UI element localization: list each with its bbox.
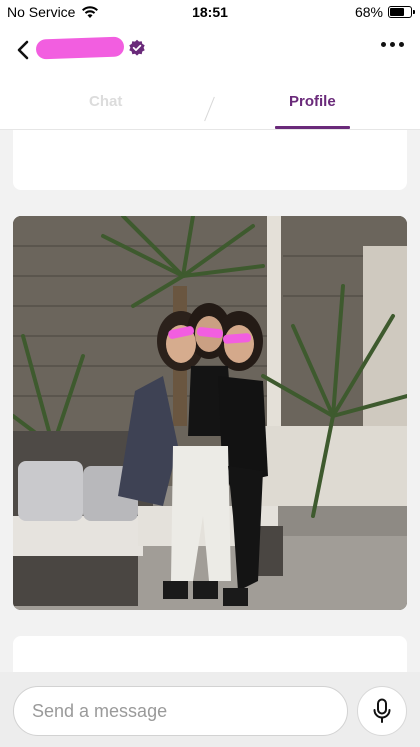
battery-icon bbox=[388, 6, 415, 18]
microphone-button[interactable] bbox=[357, 686, 407, 736]
battery-percent: 68% bbox=[354, 4, 383, 20]
dot bbox=[390, 42, 395, 47]
battery-fill bbox=[390, 8, 404, 16]
status-bar: No Service 18:51 68% bbox=[0, 0, 420, 24]
back-arrow-icon[interactable] bbox=[14, 38, 34, 62]
status-right: 68% bbox=[354, 4, 415, 20]
tab-chat[interactable]: Chat bbox=[89, 93, 122, 110]
chat-header bbox=[0, 24, 420, 76]
tab-bar: Chat Profile bbox=[0, 76, 420, 130]
match-name bbox=[35, 36, 125, 60]
profile-card-top bbox=[13, 130, 407, 190]
profile-photo-image bbox=[13, 216, 407, 610]
more-options-icon[interactable] bbox=[381, 42, 404, 47]
active-tab-indicator bbox=[275, 126, 350, 129]
message-input[interactable] bbox=[13, 686, 348, 736]
tab-divider bbox=[204, 96, 215, 122]
microphone-icon bbox=[373, 698, 391, 723]
dot bbox=[381, 42, 386, 47]
dot bbox=[399, 42, 404, 47]
match-name-block[interactable] bbox=[35, 36, 146, 60]
tab-profile[interactable]: Profile bbox=[289, 93, 336, 110]
profile-photo[interactable] bbox=[13, 216, 407, 610]
verified-badge-icon bbox=[129, 39, 145, 56]
message-composer bbox=[0, 672, 420, 747]
